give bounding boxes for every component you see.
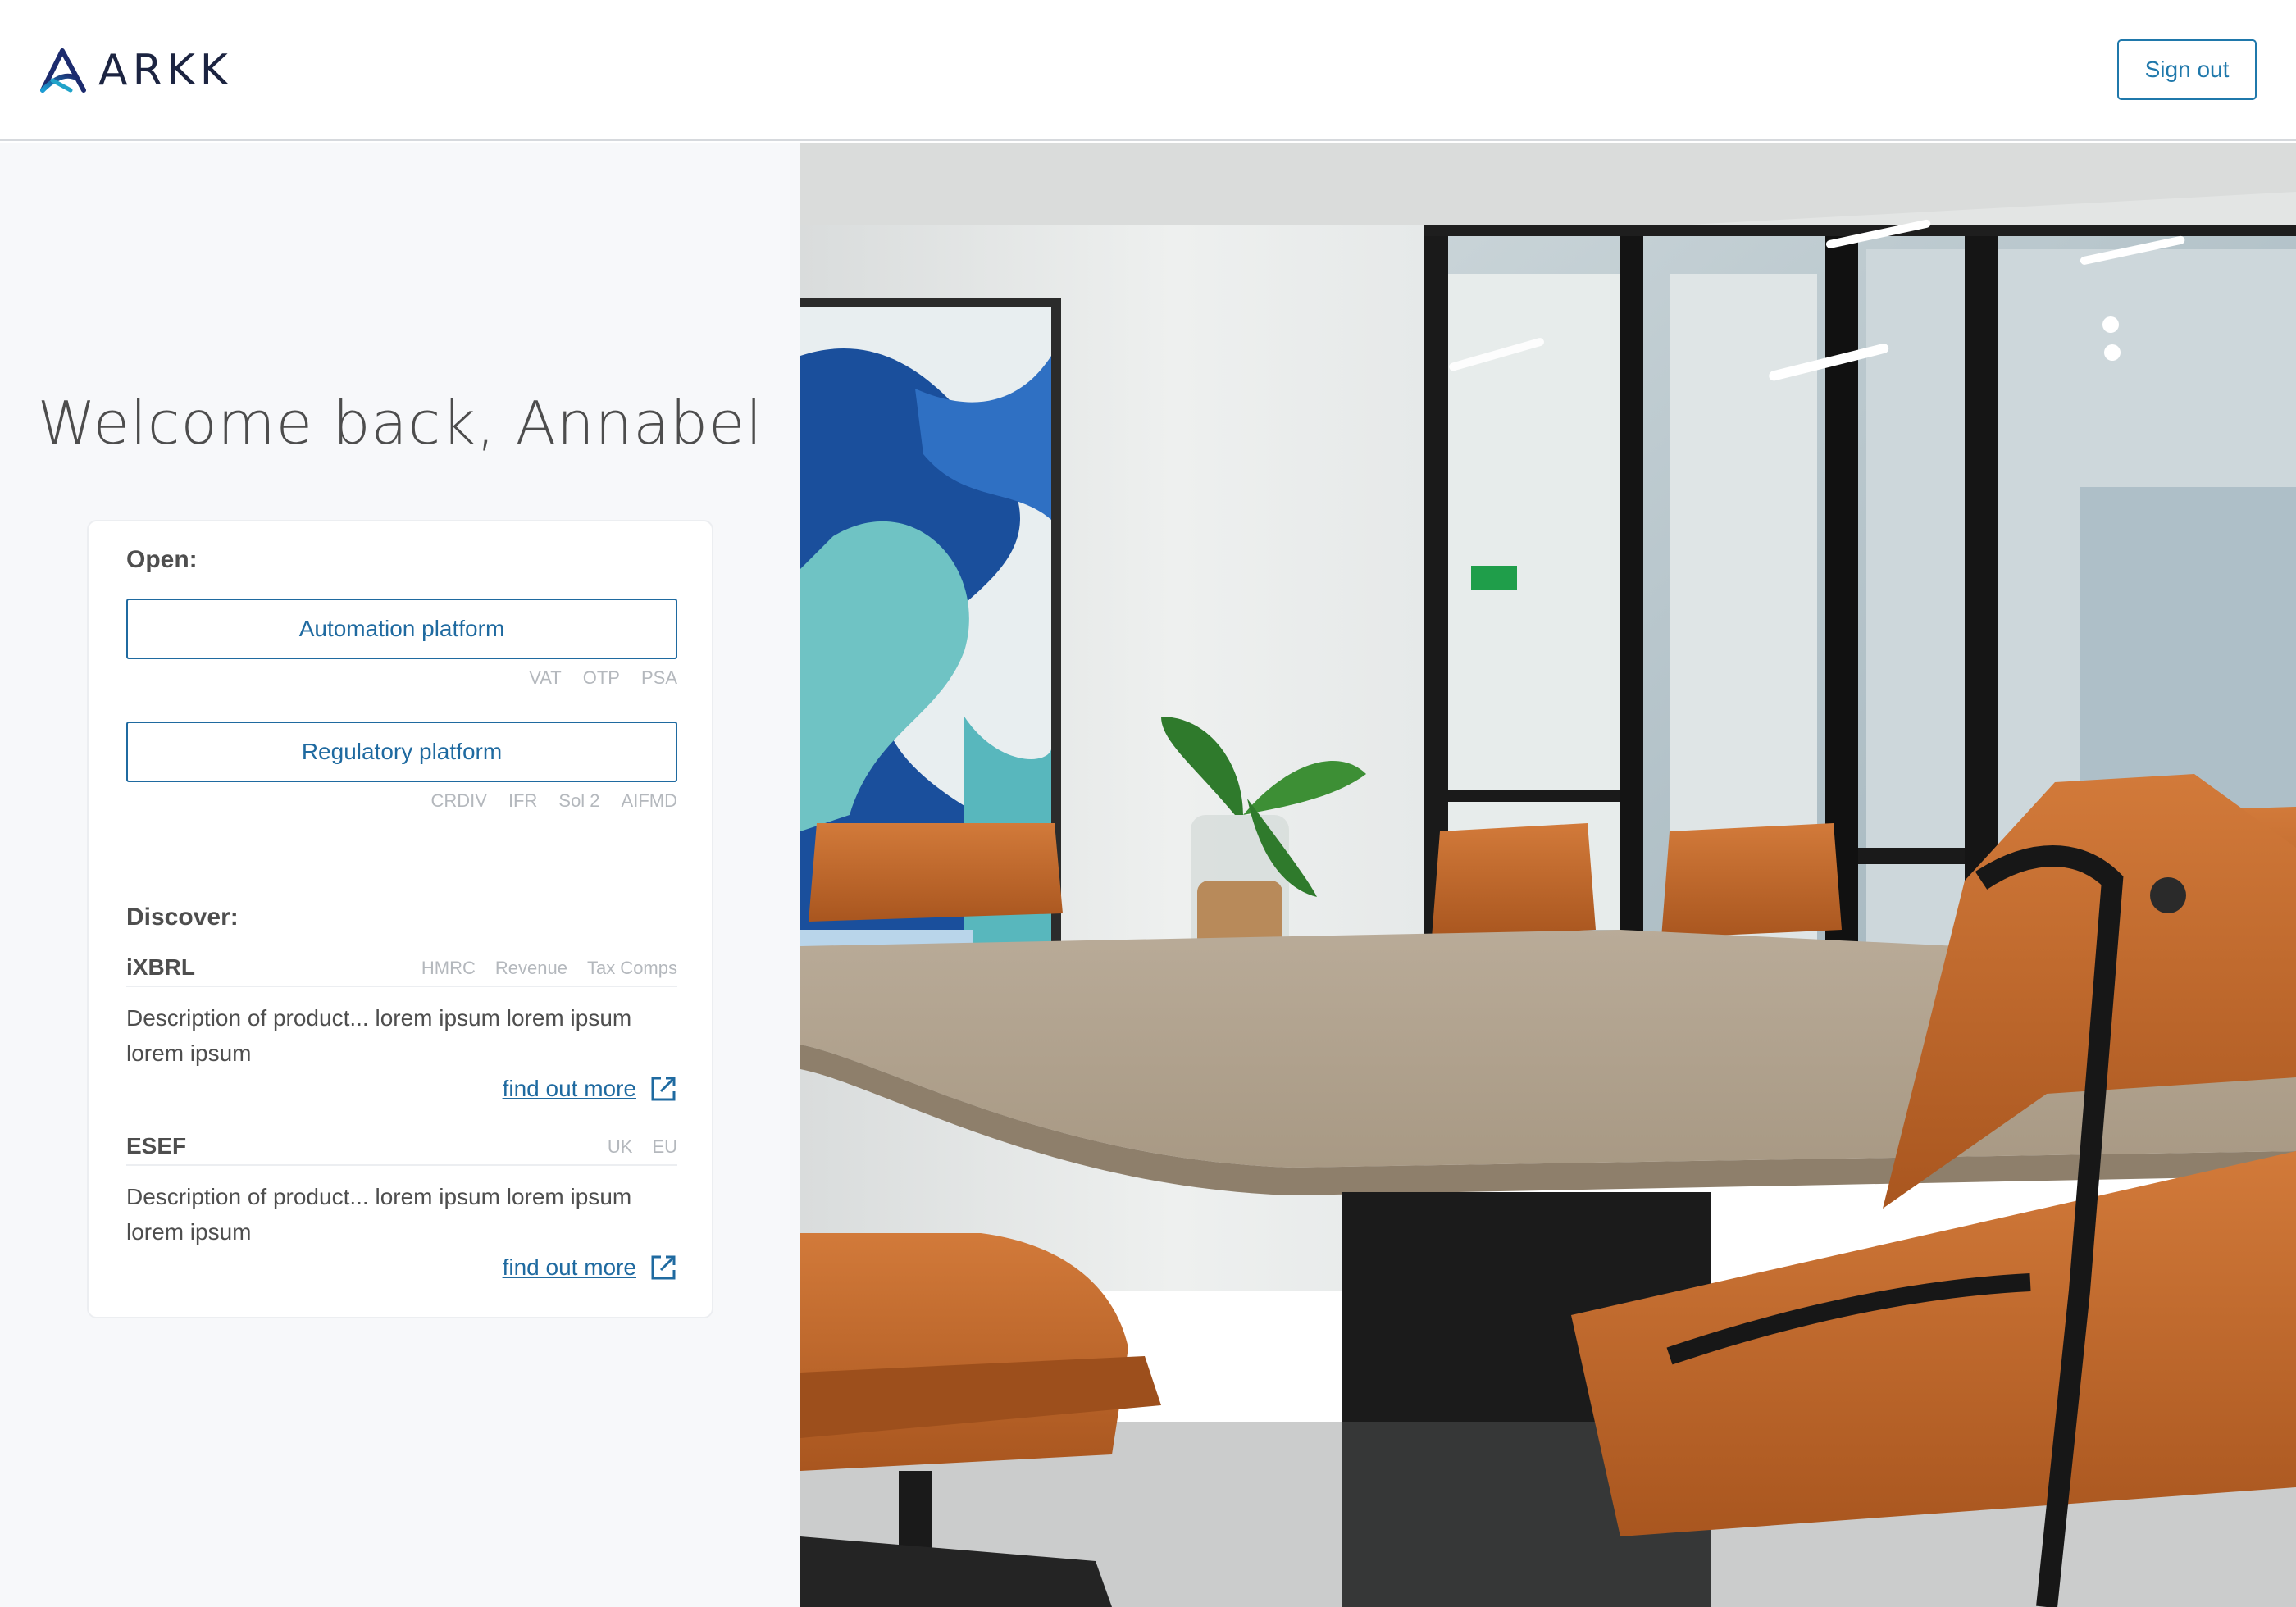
left-panel: Welcome back, Annabel Open: Automation p… [0, 143, 800, 1607]
tag: Tax Comps [586, 958, 677, 978]
top-header: ARKK Sign out [0, 0, 2296, 141]
tag: AIFMD [621, 790, 677, 811]
find-out-more-link[interactable]: find out more [503, 1076, 636, 1102]
logo-text: ARKK [98, 46, 233, 95]
automation-platform-tags: VAT OTP PSA [126, 667, 677, 689]
product-name: ESEF [126, 1133, 187, 1159]
product-header-ixbrl: iXBRL HMRC Revenue Tax Comps [126, 954, 677, 987]
tag: Sol 2 [558, 790, 600, 811]
tag: HMRC [421, 958, 476, 978]
regulatory-platform-button[interactable]: Regulatory platform [126, 722, 677, 782]
tag: PSA [640, 667, 677, 688]
product-header-esef: ESEF UK EU [126, 1133, 677, 1166]
product-name: iXBRL [126, 954, 195, 980]
regulatory-platform-tags: CRDIV IFR Sol 2 AIFMD [126, 790, 677, 812]
find-out-more-link[interactable]: find out more [503, 1254, 636, 1281]
product-description: Description of product... lorem ipsum lo… [126, 1005, 632, 1066]
tag: EU [652, 1136, 677, 1157]
tag: VAT [529, 667, 562, 688]
arkk-logo[interactable]: ARKK [38, 46, 233, 95]
open-section-title: Open: [126, 546, 198, 573]
launch-card: Open: Automation platform VAT OTP PSA Re… [87, 520, 713, 1318]
tag: CRDIV [430, 790, 487, 811]
external-link-icon[interactable] [649, 1075, 677, 1103]
tag: UK [607, 1136, 633, 1157]
find-out-more-ixbrl: find out more [126, 1072, 677, 1105]
meeting-room-illustration [800, 143, 2296, 1607]
external-link-icon[interactable] [649, 1254, 677, 1282]
find-out-more-esef: find out more [126, 1251, 677, 1284]
sign-out-button[interactable]: Sign out [2117, 39, 2257, 100]
office-photo [800, 143, 2296, 1607]
discover-section-title: Discover: [126, 904, 239, 931]
tag: OTP [582, 667, 620, 688]
automation-platform-button[interactable]: Automation platform [126, 599, 677, 659]
product-tags: UK EU [608, 1133, 677, 1158]
product-tags: HMRC Revenue Tax Comps [421, 954, 677, 979]
tag: Revenue [494, 958, 567, 978]
product-description: Description of product... lorem ipsum lo… [126, 1184, 632, 1245]
tag: IFR [508, 790, 538, 811]
welcome-heading: Welcome back, Annabel [37, 389, 763, 458]
arkk-logo-icon [40, 48, 86, 93]
